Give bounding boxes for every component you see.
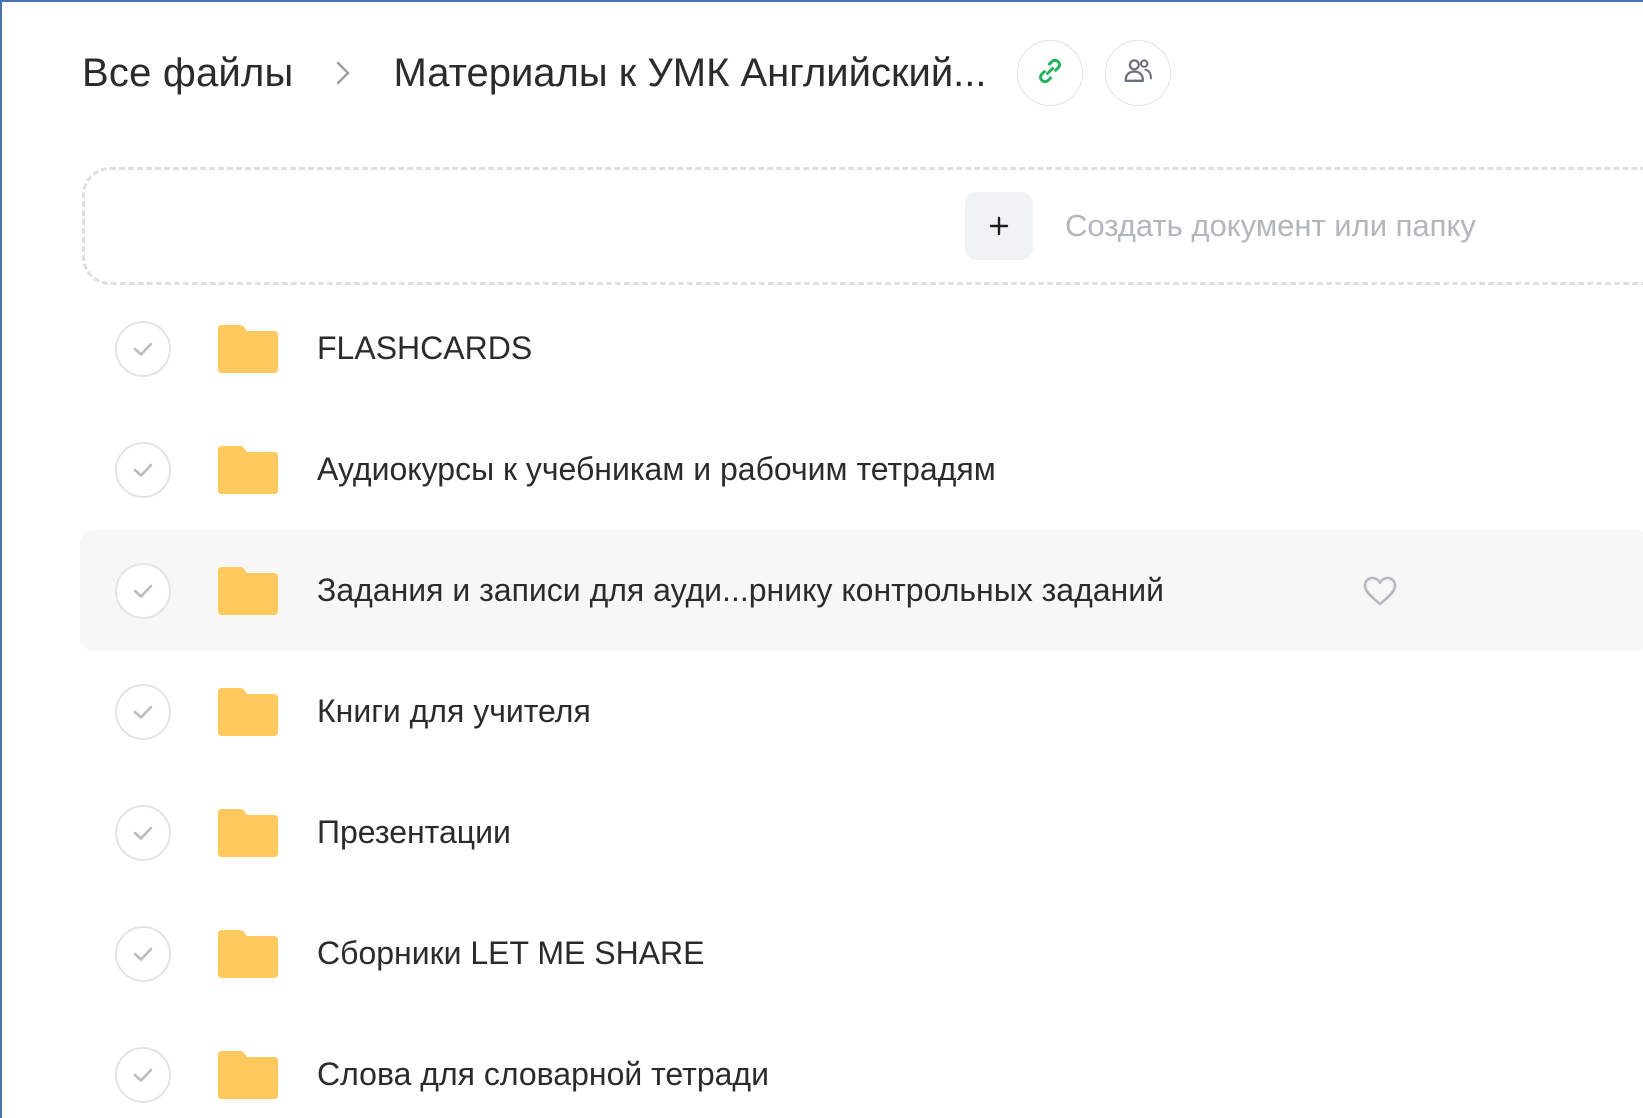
select-checkbox[interactable]	[115, 441, 171, 498]
item-name[interactable]: Сборники LET ME SHARE	[317, 935, 704, 972]
list-item[interactable]: Слова для словарной тетради	[80, 1014, 1643, 1118]
copy-link-button[interactable]	[1016, 40, 1083, 106]
check-icon	[130, 823, 156, 843]
link-icon	[1035, 56, 1065, 91]
select-checkbox[interactable]	[115, 683, 171, 740]
list-item[interactable]: Книги для учителя	[80, 651, 1643, 772]
check-icon	[130, 581, 156, 601]
select-checkbox[interactable]	[115, 562, 171, 619]
share-access-button[interactable]	[1104, 40, 1171, 106]
item-name[interactable]: Аудиокурсы к учебникам и рабочим тетрадя…	[317, 451, 996, 488]
select-checkbox[interactable]	[115, 804, 171, 861]
select-checkbox[interactable]	[115, 925, 171, 982]
list-item[interactable]: Сборники LET ME SHARE	[80, 893, 1643, 1014]
check-icon	[130, 702, 156, 722]
list-item[interactable]: Презентации	[80, 772, 1643, 893]
item-name[interactable]: Задания и записи для ауди...рнику контро…	[317, 572, 1164, 609]
folder-icon	[216, 807, 280, 859]
check-icon	[130, 944, 156, 964]
check-icon	[130, 460, 156, 480]
file-browser-window: Все файлы Материалы к УМК Английский...	[0, 0, 1643, 1118]
file-list: FLASHCARDS Аудиокурсы к учебникам и рабоч…	[80, 288, 1643, 1118]
people-icon	[1122, 56, 1154, 91]
breadcrumb-root-link[interactable]: Все файлы	[82, 51, 293, 96]
item-name[interactable]: Слова для словарной тетради	[317, 1056, 769, 1093]
breadcrumb-current-folder: Материалы к УМК Английский...	[393, 50, 987, 95]
chevron-right-icon	[335, 60, 351, 86]
plus-icon[interactable]	[965, 192, 1033, 260]
create-document-or-folder-button[interactable]: Создать документ или папку	[965, 192, 1476, 260]
list-item[interactable]: Аудиокурсы к учебникам и рабочим тетрадя…	[80, 409, 1643, 530]
create-dropzone[interactable]: Создать документ или папку	[82, 167, 1643, 285]
check-icon	[130, 339, 156, 359]
select-checkbox[interactable]	[115, 320, 171, 377]
folder-icon	[216, 1049, 280, 1101]
list-item[interactable]: FLASHCARDS	[80, 288, 1643, 409]
folder-icon	[216, 323, 280, 375]
folder-icon	[216, 444, 280, 496]
check-icon	[130, 1065, 156, 1085]
folder-icon	[216, 928, 280, 980]
list-item[interactable]: Задания и записи для ауди...рнику контро…	[80, 530, 1643, 651]
folder-icon	[216, 565, 280, 617]
heart-icon[interactable]	[1360, 573, 1400, 609]
item-name[interactable]: Книги для учителя	[317, 693, 591, 730]
item-name[interactable]: Презентации	[317, 814, 511, 851]
item-name[interactable]: FLASHCARDS	[317, 330, 532, 367]
folder-icon	[216, 686, 280, 738]
create-label: Создать документ или папку	[1065, 208, 1476, 243]
breadcrumb: Все файлы Материалы к УМК Английский...	[82, 40, 1171, 106]
select-checkbox[interactable]	[115, 1046, 171, 1103]
